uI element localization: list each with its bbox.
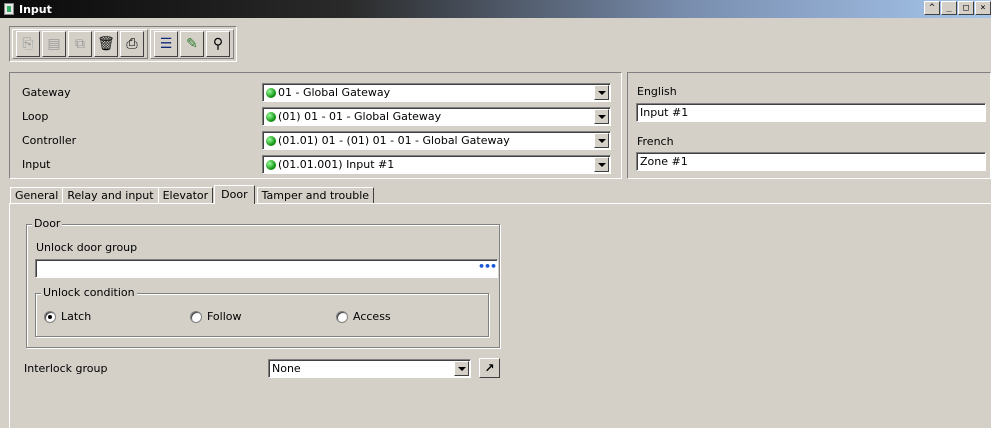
french-label: French bbox=[637, 135, 674, 148]
radio-latch[interactable]: Latch bbox=[44, 310, 91, 323]
copy-icon[interactable]: ⧉ bbox=[68, 31, 92, 57]
loop-label: Loop bbox=[22, 110, 49, 123]
input-app-icon bbox=[4, 3, 14, 15]
radio-unchecked-icon[interactable] bbox=[190, 310, 202, 323]
input-value: (01.01.001) Input #1 bbox=[278, 158, 395, 171]
online-status-icon bbox=[266, 111, 276, 122]
unlock-condition-groupbox: Unlock condition Latch Follow Access bbox=[35, 286, 489, 337]
open-interlock-icon[interactable]: ↗ bbox=[479, 358, 500, 378]
toolbar: ⎘ ▤ ⧉ 🗑 ⎙ ☰ ✎ ⚲ bbox=[9, 26, 237, 62]
restore-up-icon[interactable]: ^ bbox=[924, 1, 940, 15]
interlock-group-label: Interlock group bbox=[24, 362, 108, 375]
print-icon[interactable]: ⎙ bbox=[120, 31, 144, 57]
radio-access[interactable]: Access bbox=[336, 310, 391, 323]
unlock-door-group-label: Unlock door group bbox=[36, 241, 138, 254]
chevron-down-icon[interactable] bbox=[594, 133, 609, 148]
english-name-field[interactable]: Input #1 bbox=[636, 103, 986, 122]
interlock-group-value: None bbox=[272, 362, 301, 375]
window-controls: ^ _ □ × bbox=[924, 1, 991, 15]
controller-value: (01.01) 01 - (01) 01 - 01 - Global Gatew… bbox=[278, 134, 510, 147]
tab-relay-and-input[interactable]: Relay and input bbox=[62, 187, 159, 204]
interlock-group-select[interactable]: None bbox=[268, 359, 471, 378]
radio-latch-label: Latch bbox=[61, 310, 92, 323]
controller-select[interactable]: (01.01) 01 - (01) 01 - 01 - Global Gatew… bbox=[262, 131, 611, 150]
unlock-condition-title: Unlock condition bbox=[41, 286, 137, 299]
input-select[interactable]: (01.01.001) Input #1 bbox=[262, 155, 611, 174]
maximize-button[interactable]: □ bbox=[958, 1, 974, 15]
title-bar: Input ^ _ □ × bbox=[0, 0, 991, 18]
link-icon[interactable]: ✎ bbox=[180, 31, 204, 57]
trash-icon[interactable]: 🗑 bbox=[94, 31, 118, 57]
binoculars-icon[interactable]: ⚲ bbox=[206, 31, 230, 57]
door-group-title: Door bbox=[32, 217, 63, 230]
chevron-down-icon[interactable] bbox=[594, 157, 609, 172]
toolbar-group-tools: ☰ ✎ ⚲ bbox=[150, 29, 234, 59]
language-panel: English Input #1 French Zone #1 bbox=[627, 72, 991, 179]
toolbar-group-edit: ⎘ ▤ ⧉ 🗑 ⎙ bbox=[12, 29, 148, 59]
tab-strip: General Relay and input Elevator Door Ta… bbox=[10, 185, 375, 204]
chevron-down-icon[interactable] bbox=[594, 109, 609, 124]
tab-general[interactable]: General bbox=[10, 187, 64, 204]
radio-unchecked-icon[interactable] bbox=[336, 310, 348, 323]
radio-access-label: Access bbox=[353, 310, 391, 323]
unlock-door-group-field[interactable]: ••• bbox=[35, 259, 498, 278]
hierarchy-panel: Gateway 01 - Global Gateway Loop (01) 01… bbox=[9, 72, 622, 179]
online-status-icon bbox=[266, 135, 276, 146]
gateway-value: 01 - Global Gateway bbox=[278, 86, 391, 99]
online-status-icon bbox=[266, 87, 276, 98]
chevron-down-icon[interactable] bbox=[454, 361, 469, 376]
radio-checked-icon[interactable] bbox=[44, 310, 56, 323]
gateway-select[interactable]: 01 - Global Gateway bbox=[262, 83, 611, 102]
loop-value: (01) 01 - 01 - Global Gateway bbox=[278, 110, 442, 123]
minimize-button[interactable]: _ bbox=[941, 1, 957, 15]
close-button[interactable]: × bbox=[975, 1, 991, 15]
radio-follow[interactable]: Follow bbox=[190, 310, 242, 323]
chevron-down-icon[interactable] bbox=[594, 85, 609, 100]
english-label: English bbox=[637, 85, 677, 98]
tab-elevator[interactable]: Elevator bbox=[157, 187, 214, 204]
door-groupbox: Door Unlock door group ••• Unlock condit… bbox=[26, 217, 500, 348]
list-icon[interactable]: ☰ bbox=[154, 31, 178, 57]
new-doc-icon[interactable]: ⎘ bbox=[16, 31, 40, 57]
controller-label: Controller bbox=[22, 134, 77, 147]
tab-tamper-and-trouble[interactable]: Tamper and trouble bbox=[256, 187, 375, 204]
loop-select[interactable]: (01) 01 - 01 - Global Gateway bbox=[262, 107, 611, 126]
french-name-field[interactable]: Zone #1 bbox=[636, 152, 986, 171]
online-status-icon bbox=[266, 159, 276, 170]
gateway-label: Gateway bbox=[22, 86, 71, 99]
window-title: Input bbox=[19, 2, 52, 16]
radio-follow-label: Follow bbox=[207, 310, 242, 323]
input-label: Input bbox=[22, 158, 51, 171]
tab-door[interactable]: Door bbox=[214, 185, 255, 204]
save-icon[interactable]: ▤ bbox=[42, 31, 66, 57]
browse-ellipsis-button[interactable]: ••• bbox=[478, 261, 497, 276]
